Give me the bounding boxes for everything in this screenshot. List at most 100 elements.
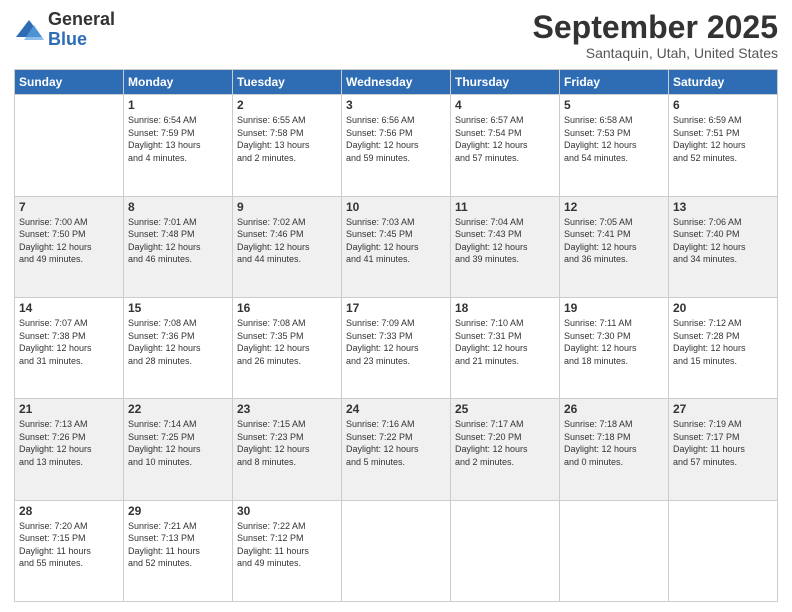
calendar-cell: 15Sunrise: 7:08 AM Sunset: 7:36 PM Dayli… bbox=[124, 297, 233, 398]
day-header-tuesday: Tuesday bbox=[233, 70, 342, 95]
logo-text: General Blue bbox=[48, 10, 115, 50]
day-info: Sunrise: 7:02 AM Sunset: 7:46 PM Dayligh… bbox=[237, 216, 337, 266]
day-number: 2 bbox=[237, 98, 337, 112]
day-info: Sunrise: 7:09 AM Sunset: 7:33 PM Dayligh… bbox=[346, 317, 446, 367]
day-number: 19 bbox=[564, 301, 664, 315]
day-info: Sunrise: 6:57 AM Sunset: 7:54 PM Dayligh… bbox=[455, 114, 555, 164]
day-info: Sunrise: 7:20 AM Sunset: 7:15 PM Dayligh… bbox=[19, 520, 119, 570]
day-info: Sunrise: 6:55 AM Sunset: 7:58 PM Dayligh… bbox=[237, 114, 337, 164]
calendar-cell: 11 Sunrise: 7:04 AM Sunset: 7:43 PM Dayli… bbox=[451, 196, 560, 297]
calendar-table: SundayMondayTuesdayWednesdayThursdayFrid… bbox=[14, 69, 778, 602]
calendar-cell: 21 Sunrise: 7:13 AM Sunset: 7:26 PM Dayli… bbox=[15, 399, 124, 500]
day-info: Sunrise: 7:04 AM Sunset: 7:43 PM Dayligh… bbox=[455, 216, 555, 266]
calendar-week-3: 21 Sunrise: 7:13 AM Sunset: 7:26 PM Dayli… bbox=[15, 399, 778, 500]
calendar-cell: 25Sunrise: 7:17 AM Sunset: 7:20 PM Dayli… bbox=[451, 399, 560, 500]
day-info: Sunrise: 7:00 AM Sunset: 7:50 PM Dayligh… bbox=[19, 216, 119, 266]
calendar-cell: 10Sunrise: 7:03 AM Sunset: 7:45 PM Dayli… bbox=[342, 196, 451, 297]
day-info: Sunrise: 6:59 AM Sunset: 7:51 PM Dayligh… bbox=[673, 114, 773, 164]
day-number: 22 bbox=[128, 402, 228, 416]
day-info: Sunrise: 7:19 AM Sunset: 7:17 PM Dayligh… bbox=[673, 418, 773, 468]
calendar-cell: 22Sunrise: 7:14 AM Sunset: 7:25 PM Dayli… bbox=[124, 399, 233, 500]
calendar-header-row: SundayMondayTuesdayWednesdayThursdayFrid… bbox=[15, 70, 778, 95]
calendar-cell: 14 Sunrise: 7:07 AM Sunset: 7:38 PM Dayli… bbox=[15, 297, 124, 398]
day-number: 10 bbox=[346, 200, 446, 214]
day-info: Sunrise: 6:58 AM Sunset: 7:53 PM Dayligh… bbox=[564, 114, 664, 164]
day-info: Sunrise: 7:08 AM Sunset: 7:36 PM Dayligh… bbox=[128, 317, 228, 367]
day-info: Sunrise: 7:01 AM Sunset: 7:48 PM Dayligh… bbox=[128, 216, 228, 266]
day-number: 4 bbox=[455, 98, 555, 112]
calendar-cell: 16Sunrise: 7:08 AM Sunset: 7:35 PM Dayli… bbox=[233, 297, 342, 398]
day-info: Sunrise: 7:05 AM Sunset: 7:41 PM Dayligh… bbox=[564, 216, 664, 266]
calendar-cell bbox=[342, 500, 451, 601]
calendar-cell: 9 Sunrise: 7:02 AM Sunset: 7:46 PM Daylig… bbox=[233, 196, 342, 297]
day-number: 30 bbox=[237, 504, 337, 518]
calendar-cell: 28Sunrise: 7:20 AM Sunset: 7:15 PM Dayli… bbox=[15, 500, 124, 601]
day-number: 29 bbox=[128, 504, 228, 518]
day-header-saturday: Saturday bbox=[669, 70, 778, 95]
day-number: 12 bbox=[564, 200, 664, 214]
calendar-cell: 6Sunrise: 6:59 AM Sunset: 7:51 PM Daylig… bbox=[669, 95, 778, 196]
calendar-cell: 27 Sunrise: 7:19 AM Sunset: 7:17 PM Dayli… bbox=[669, 399, 778, 500]
calendar-cell bbox=[15, 95, 124, 196]
day-number: 17 bbox=[346, 301, 446, 315]
day-info: Sunrise: 7:18 AM Sunset: 7:18 PM Dayligh… bbox=[564, 418, 664, 468]
day-header-friday: Friday bbox=[560, 70, 669, 95]
calendar-cell: 29Sunrise: 7:21 AM Sunset: 7:13 PM Dayli… bbox=[124, 500, 233, 601]
day-number: 24 bbox=[346, 402, 446, 416]
day-number: 9 bbox=[237, 200, 337, 214]
day-info: Sunrise: 7:07 AM Sunset: 7:38 PM Dayligh… bbox=[19, 317, 119, 367]
calendar-cell: 5 Sunrise: 6:58 AM Sunset: 7:53 PM Daylig… bbox=[560, 95, 669, 196]
day-header-sunday: Sunday bbox=[15, 70, 124, 95]
calendar-cell: 2 Sunrise: 6:55 AM Sunset: 7:58 PM Daylig… bbox=[233, 95, 342, 196]
title-block: September 2025 Santaquin, Utah, United S… bbox=[533, 10, 778, 61]
day-header-monday: Monday bbox=[124, 70, 233, 95]
calendar-cell: 3Sunrise: 6:56 AM Sunset: 7:56 PM Daylig… bbox=[342, 95, 451, 196]
header: General Blue September 2025 Santaquin, U… bbox=[14, 10, 778, 61]
day-number: 21 bbox=[19, 402, 119, 416]
calendar-cell: 17 Sunrise: 7:09 AM Sunset: 7:33 PM Dayli… bbox=[342, 297, 451, 398]
location: Santaquin, Utah, United States bbox=[533, 45, 778, 61]
day-info: Sunrise: 6:54 AM Sunset: 7:59 PM Dayligh… bbox=[128, 114, 228, 164]
day-number: 13 bbox=[673, 200, 773, 214]
day-info: Sunrise: 7:17 AM Sunset: 7:20 PM Dayligh… bbox=[455, 418, 555, 468]
logo-general: General bbox=[48, 9, 115, 29]
calendar-cell: 4 Sunrise: 6:57 AM Sunset: 7:54 PM Daylig… bbox=[451, 95, 560, 196]
calendar-week-0: 1 Sunrise: 6:54 AM Sunset: 7:59 PM Daylig… bbox=[15, 95, 778, 196]
page: General Blue September 2025 Santaquin, U… bbox=[0, 0, 792, 612]
day-number: 23 bbox=[237, 402, 337, 416]
calendar-cell: 20 Sunrise: 7:12 AM Sunset: 7:28 PM Dayli… bbox=[669, 297, 778, 398]
day-number: 5 bbox=[564, 98, 664, 112]
day-header-wednesday: Wednesday bbox=[342, 70, 451, 95]
day-info: Sunrise: 7:22 AM Sunset: 7:12 PM Dayligh… bbox=[237, 520, 337, 570]
calendar-cell: 26 Sunrise: 7:18 AM Sunset: 7:18 PM Dayli… bbox=[560, 399, 669, 500]
day-number: 20 bbox=[673, 301, 773, 315]
calendar-cell: 24 Sunrise: 7:16 AM Sunset: 7:22 PM Dayli… bbox=[342, 399, 451, 500]
calendar-cell: 12 Sunrise: 7:05 AM Sunset: 7:41 PM Dayli… bbox=[560, 196, 669, 297]
calendar-cell bbox=[560, 500, 669, 601]
day-info: Sunrise: 7:08 AM Sunset: 7:35 PM Dayligh… bbox=[237, 317, 337, 367]
calendar-cell: 18Sunrise: 7:10 AM Sunset: 7:31 PM Dayli… bbox=[451, 297, 560, 398]
day-info: Sunrise: 7:13 AM Sunset: 7:26 PM Dayligh… bbox=[19, 418, 119, 468]
day-info: Sunrise: 6:56 AM Sunset: 7:56 PM Dayligh… bbox=[346, 114, 446, 164]
day-info: Sunrise: 7:16 AM Sunset: 7:22 PM Dayligh… bbox=[346, 418, 446, 468]
calendar-cell: 8Sunrise: 7:01 AM Sunset: 7:48 PM Daylig… bbox=[124, 196, 233, 297]
day-number: 1 bbox=[128, 98, 228, 112]
calendar-cell: 30 Sunrise: 7:22 AM Sunset: 7:12 PM Dayli… bbox=[233, 500, 342, 601]
calendar-cell bbox=[451, 500, 560, 601]
day-number: 11 bbox=[455, 200, 555, 214]
calendar-cell bbox=[669, 500, 778, 601]
day-number: 26 bbox=[564, 402, 664, 416]
day-number: 14 bbox=[19, 301, 119, 315]
calendar-week-4: 28Sunrise: 7:20 AM Sunset: 7:15 PM Dayli… bbox=[15, 500, 778, 601]
calendar-cell: 19Sunrise: 7:11 AM Sunset: 7:30 PM Dayli… bbox=[560, 297, 669, 398]
calendar-cell: 7Sunrise: 7:00 AM Sunset: 7:50 PM Daylig… bbox=[15, 196, 124, 297]
day-number: 18 bbox=[455, 301, 555, 315]
day-number: 27 bbox=[673, 402, 773, 416]
logo: General Blue bbox=[14, 10, 115, 50]
calendar-cell: 23Sunrise: 7:15 AM Sunset: 7:23 PM Dayli… bbox=[233, 399, 342, 500]
calendar-week-1: 7Sunrise: 7:00 AM Sunset: 7:50 PM Daylig… bbox=[15, 196, 778, 297]
calendar-cell: 13Sunrise: 7:06 AM Sunset: 7:40 PM Dayli… bbox=[669, 196, 778, 297]
month-title: September 2025 bbox=[533, 10, 778, 45]
logo-blue: Blue bbox=[48, 29, 87, 49]
day-info: Sunrise: 7:12 AM Sunset: 7:28 PM Dayligh… bbox=[673, 317, 773, 367]
